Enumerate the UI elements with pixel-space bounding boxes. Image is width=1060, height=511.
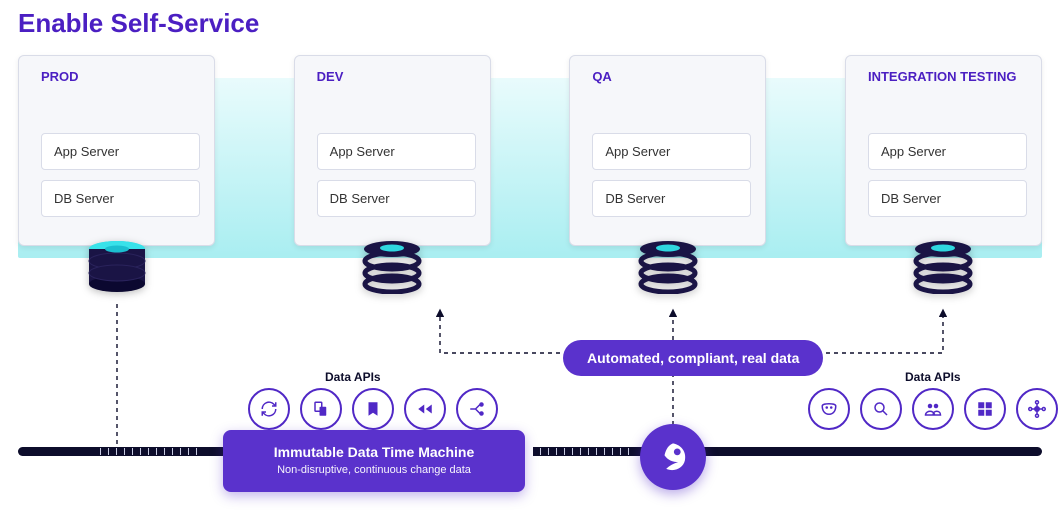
env-card-prod: PROD App Server DB Server (18, 55, 215, 246)
copy-icon (300, 388, 342, 430)
time-machine-ticks (100, 448, 197, 455)
env-box-db-server: DB Server (41, 180, 200, 217)
delphix-logo-icon (640, 424, 706, 490)
database-virtual-icon (361, 239, 423, 294)
central-pill-label: Automated, compliant, real data (563, 340, 823, 376)
search-icon (860, 388, 902, 430)
time-machine-box: Immutable Data Time Machine Non-disrupti… (223, 430, 525, 492)
env-card-qa: QA App Server DB Server (569, 55, 766, 246)
environment-row: PROD App Server DB Server DEV App Server… (18, 55, 1042, 246)
grid-icon (964, 388, 1006, 430)
database-virtual-icon (637, 239, 699, 294)
env-title: INTEGRATION TESTING (868, 70, 1027, 85)
env-box-app-server: App Server (592, 133, 751, 170)
refresh-icon (248, 388, 290, 430)
bookmark-icon (352, 388, 394, 430)
data-apis-label-right: Data APIs (905, 370, 961, 384)
integrations-icon (1016, 388, 1058, 430)
env-title: PROD (41, 70, 200, 85)
data-apis-label-left: Data APIs (325, 370, 381, 384)
api-row-left (248, 388, 498, 430)
page-title: Enable Self-Service (18, 8, 259, 39)
env-box-app-server: App Server (868, 133, 1027, 170)
users-icon (912, 388, 954, 430)
branch-icon (456, 388, 498, 430)
time-machine-subtitle: Non-disruptive, continuous change data (277, 464, 471, 476)
time-machine-ticks (540, 448, 629, 455)
rewind-icon (404, 388, 446, 430)
env-title: DEV (317, 70, 476, 85)
env-box-app-server: App Server (41, 133, 200, 170)
database-solid-icon (86, 239, 148, 294)
env-title: QA (592, 70, 751, 85)
mask-icon (808, 388, 850, 430)
api-row-right (808, 388, 1058, 430)
env-card-integration-testing: INTEGRATION TESTING App Server DB Server (845, 55, 1042, 246)
env-box-db-server: DB Server (317, 180, 476, 217)
env-box-app-server: App Server (317, 133, 476, 170)
env-box-db-server: DB Server (592, 180, 751, 217)
database-virtual-icon (912, 239, 974, 294)
time-machine-title: Immutable Data Time Machine (274, 444, 474, 460)
env-box-db-server: DB Server (868, 180, 1027, 217)
env-card-dev: DEV App Server DB Server (294, 55, 491, 246)
